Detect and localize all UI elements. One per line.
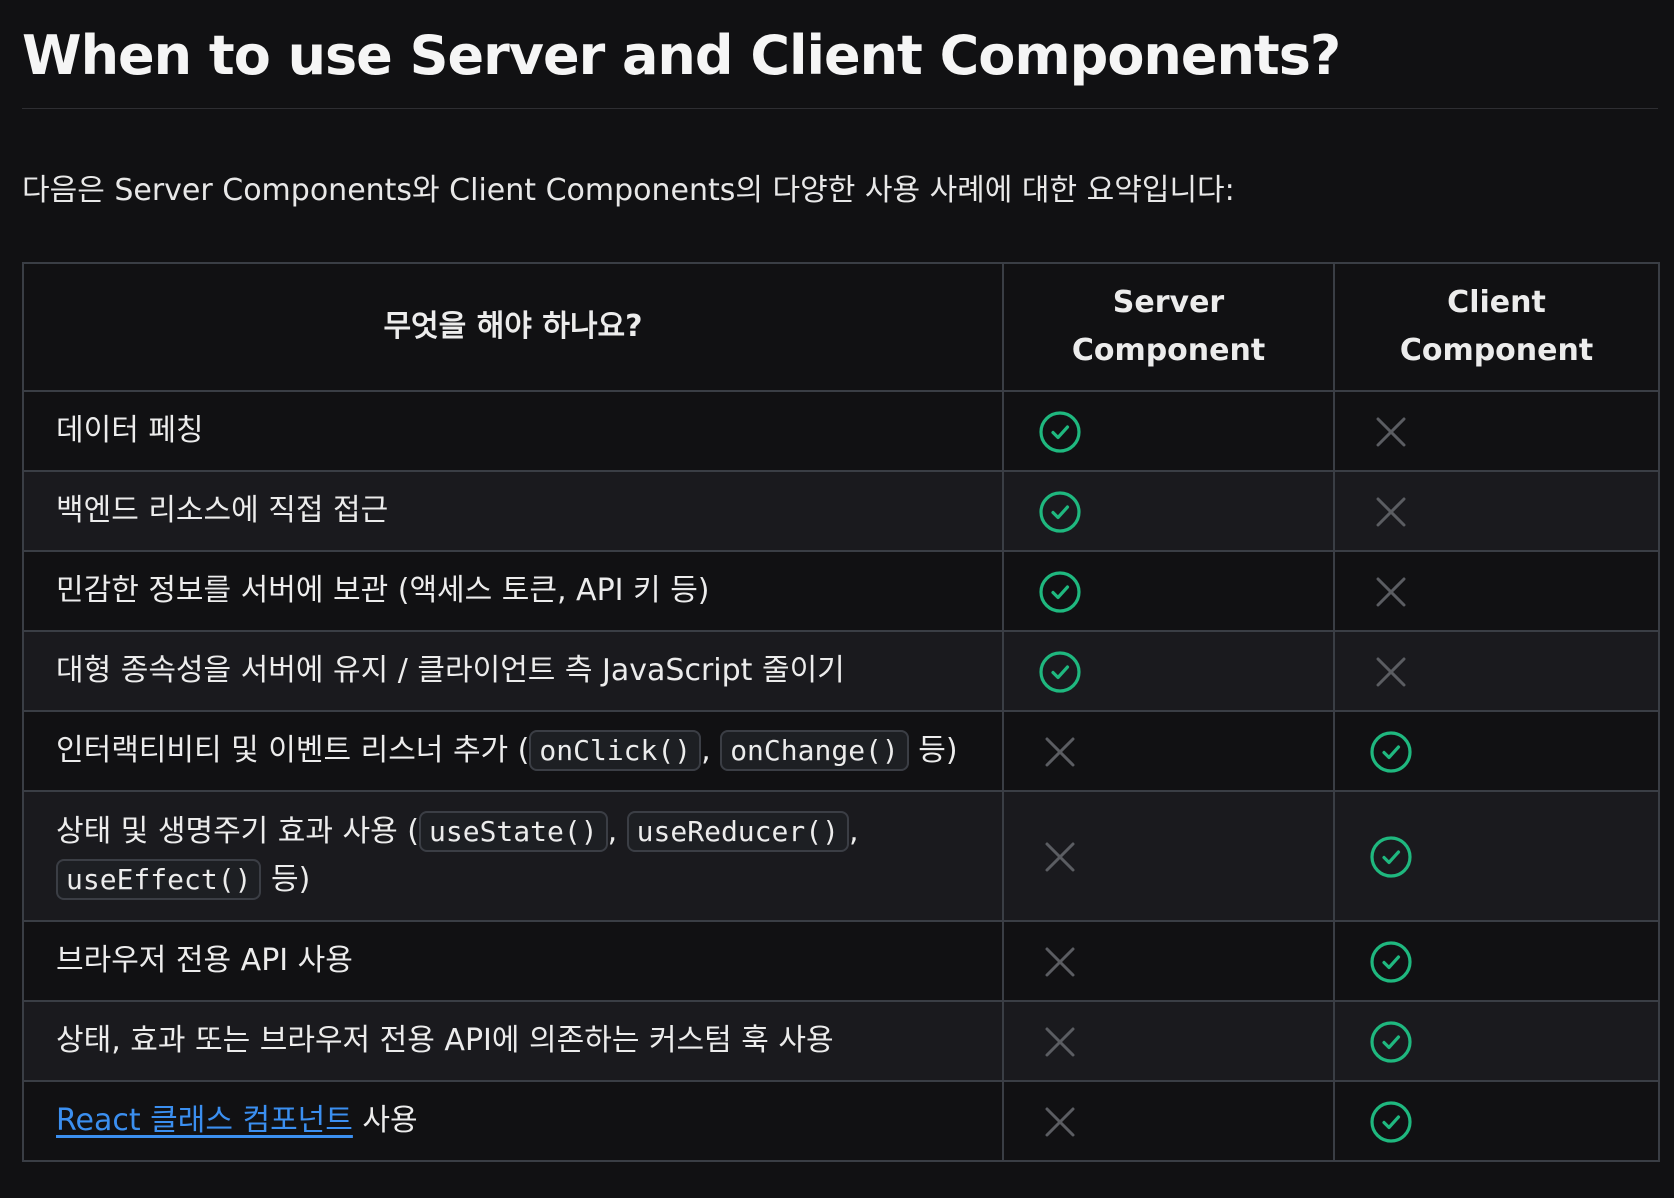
row-server-cell (1002, 790, 1335, 922)
x-icon (1376, 417, 1406, 446)
row-task: 인터랙티비티 및 이벤트 리스너 추가 (onClick(), onChange… (22, 710, 1004, 792)
x-icon (1045, 842, 1075, 871)
task-suffix: 등) (261, 862, 311, 897)
row-client-cell (1333, 920, 1660, 1002)
check-circle-icon (1370, 835, 1412, 878)
row-client-cell (1333, 710, 1660, 792)
row-client-cell (1333, 550, 1660, 632)
x-icon (1376, 657, 1406, 686)
code-onchange: onChange() (720, 730, 909, 771)
react-class-components-link[interactable]: React 클래스 컴포넌트 (56, 1103, 353, 1138)
table-row: 인터랙티비티 및 이벤트 리스너 추가 (onClick(), onChange… (22, 710, 1660, 792)
row-server-cell (1002, 470, 1335, 552)
header-server: Server Component (1002, 262, 1335, 392)
row-task: 상태, 효과 또는 브라우저 전용 API에 의존하는 커스텀 훅 사용 (22, 1000, 1004, 1082)
x-icon (1045, 1027, 1075, 1056)
row-server-cell (1002, 630, 1335, 712)
code-usestate: useState() (419, 811, 608, 852)
table-row: 브라우저 전용 API 사용 (22, 920, 1660, 1002)
separator: , (607, 814, 627, 849)
task-text: 상태 및 생명주기 효과 사용 ( (56, 814, 419, 849)
check-circle-icon (1370, 1100, 1412, 1143)
code-onclick: onClick() (529, 730, 702, 771)
header-task: 무엇을 해야 하나요? (22, 262, 1004, 392)
table-row: React 클래스 컴포넌트 사용 (22, 1080, 1660, 1162)
table-row: 상태 및 생명주기 효과 사용 (useState(), useReducer(… (22, 790, 1660, 922)
row-task: React 클래스 컴포넌트 사용 (22, 1080, 1004, 1162)
comparison-table: 무엇을 해야 하나요? Server Component Client Comp… (22, 262, 1660, 1162)
separator: , (848, 814, 859, 849)
row-client-cell (1333, 1080, 1660, 1162)
row-server-cell (1002, 390, 1335, 472)
row-client-cell (1333, 630, 1660, 712)
check-circle-icon (1370, 940, 1412, 983)
x-icon (1045, 947, 1075, 976)
task-suffix: 등) (908, 733, 958, 768)
check-circle-icon (1039, 490, 1081, 533)
code-usereducer: useReducer() (626, 811, 849, 852)
table-row: 백엔드 리소스에 직접 접근 (22, 470, 1660, 552)
check-circle-icon (1039, 650, 1081, 693)
row-client-cell (1333, 1000, 1660, 1082)
row-server-cell (1002, 550, 1335, 632)
check-circle-icon (1039, 570, 1081, 613)
check-circle-icon (1370, 730, 1412, 773)
table-row: 상태, 효과 또는 브라우저 전용 API에 의존하는 커스텀 훅 사용 (22, 1000, 1660, 1082)
row-server-cell (1002, 710, 1335, 792)
code-useeffect: useEffect() (56, 859, 262, 900)
table-row: 민감한 정보를 서버에 보관 (액세스 토큰, API 키 등) (22, 550, 1660, 632)
row-server-cell (1002, 920, 1335, 1002)
x-icon (1045, 737, 1075, 766)
separator: , (701, 733, 721, 768)
task-text: 인터랙티비티 및 이벤트 리스너 추가 ( (56, 733, 530, 768)
intro-text: 다음은 Server Components와 Client Components… (22, 173, 1235, 208)
row-task: 백엔드 리소스에 직접 접근 (22, 470, 1004, 552)
check-circle-icon (1370, 1020, 1412, 1063)
x-icon (1376, 577, 1406, 606)
check-circle-icon (1039, 410, 1081, 453)
table-row: 데이터 페칭 (22, 390, 1660, 472)
row-server-cell (1002, 1000, 1335, 1082)
page: When to use Server and Client Components… (22, 0, 1660, 1162)
row-task: 데이터 페칭 (22, 390, 1004, 472)
row-client-cell (1333, 390, 1660, 472)
row-client-cell (1333, 790, 1660, 922)
x-icon (1376, 497, 1406, 526)
page-title: When to use Server and Client Components… (22, 24, 1341, 87)
x-icon (1045, 1107, 1075, 1136)
row-task: 민감한 정보를 서버에 보관 (액세스 토큰, API 키 등) (22, 550, 1004, 632)
row-task: 브라우저 전용 API 사용 (22, 920, 1004, 1002)
table-row: 대형 종속성을 서버에 유지 / 클라이언트 측 JavaScript 줄이기 (22, 630, 1660, 712)
title-divider (22, 108, 1658, 109)
task-suffix: 사용 (352, 1103, 418, 1138)
row-task: 상태 및 생명주기 효과 사용 (useState(), useReducer(… (22, 790, 1004, 922)
header-client: Client Component (1333, 262, 1660, 392)
row-client-cell (1333, 470, 1660, 552)
row-task: 대형 종속성을 서버에 유지 / 클라이언트 측 JavaScript 줄이기 (22, 630, 1004, 712)
table-header-row: 무엇을 해야 하나요? Server Component Client Comp… (22, 262, 1660, 392)
row-server-cell (1002, 1080, 1335, 1162)
